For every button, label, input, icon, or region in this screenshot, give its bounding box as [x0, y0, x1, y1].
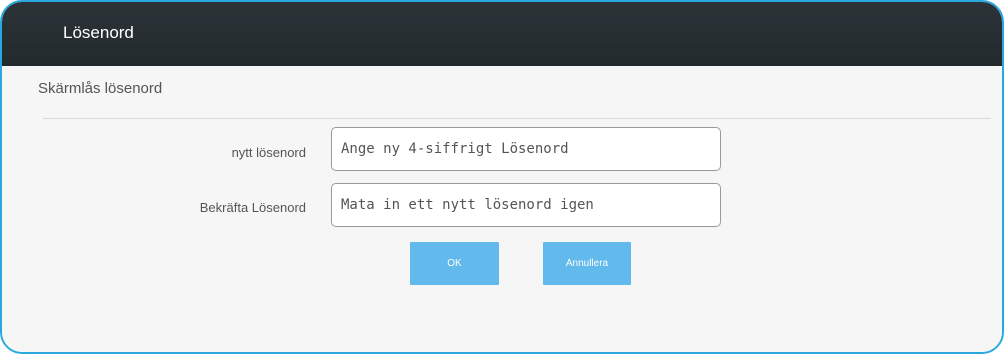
cancel-button[interactable]: Annullera — [543, 242, 631, 285]
new-password-field[interactable] — [331, 127, 721, 171]
confirm-password-field[interactable] — [331, 183, 721, 227]
confirm-password-label: Bekräfta Lösenord — [199, 200, 306, 215]
page-title: Lösenord — [63, 23, 134, 42]
dialog-content: Skärmlås lösenord nytt lösenord Bekräfta… — [2, 66, 1002, 352]
password-dialog: Lösenord Skärmlås lösenord nytt lösenord… — [0, 0, 1004, 354]
section-divider — [43, 118, 991, 119]
ok-button[interactable]: OK — [410, 242, 499, 285]
section-header: Skärmlås lösenord — [38, 80, 163, 97]
new-password-label: nytt lösenord — [231, 145, 306, 160]
title-bar: Lösenord — [2, 2, 1002, 66]
